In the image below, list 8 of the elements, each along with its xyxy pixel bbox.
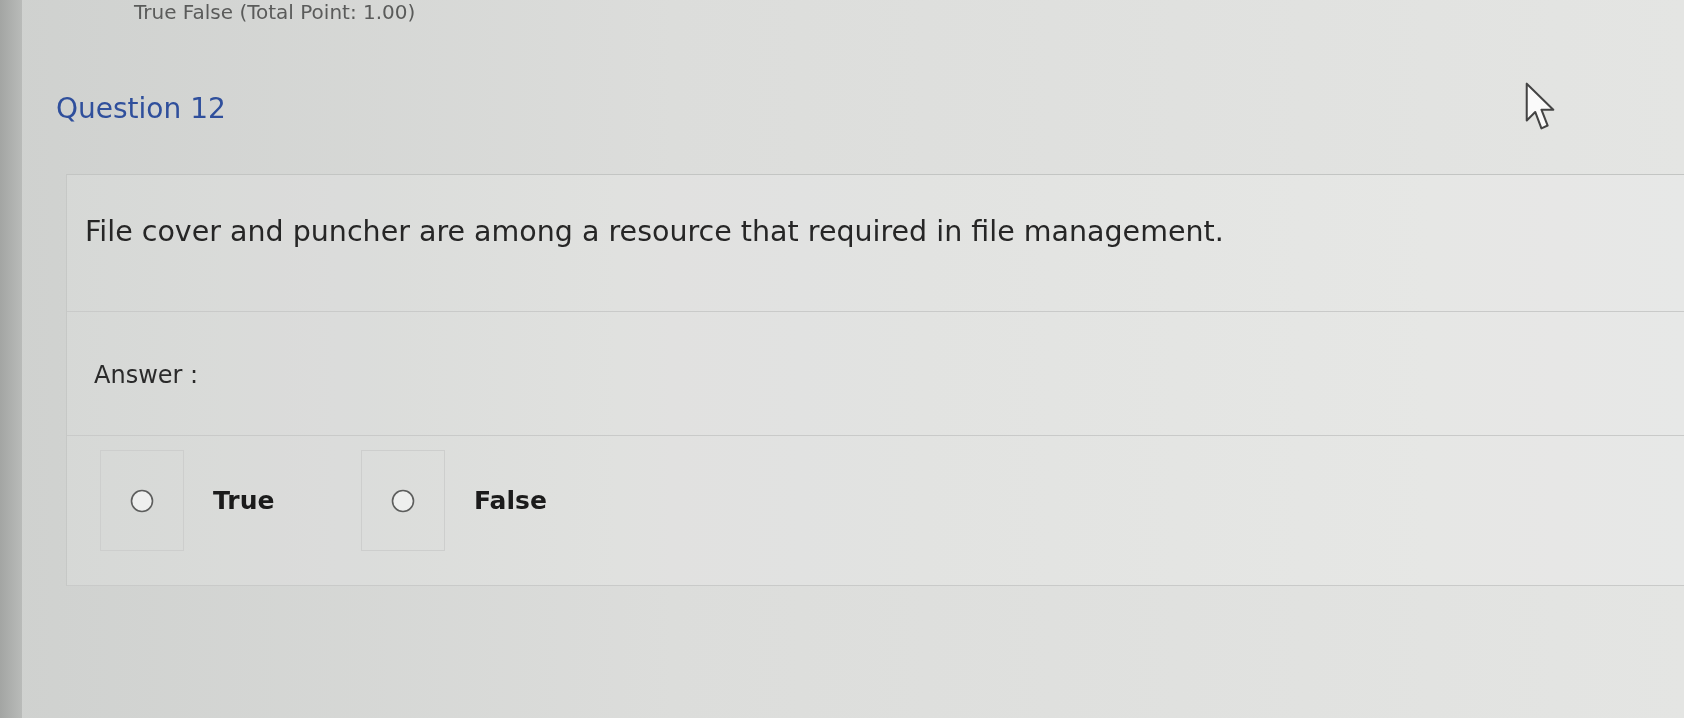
- option-label[interactable]: True: [213, 486, 275, 515]
- radio-button[interactable]: [391, 488, 415, 513]
- question-number: Question 12: [56, 92, 226, 126]
- option-label[interactable]: False: [474, 486, 547, 515]
- question-type-title: True False (Total Point: 1.00): [134, 0, 416, 24]
- radio-button[interactable]: [130, 488, 154, 513]
- question-text: File cover and puncher are among a resource that required in file management.: [85, 215, 1224, 248]
- answer-label: Answer :: [94, 361, 199, 389]
